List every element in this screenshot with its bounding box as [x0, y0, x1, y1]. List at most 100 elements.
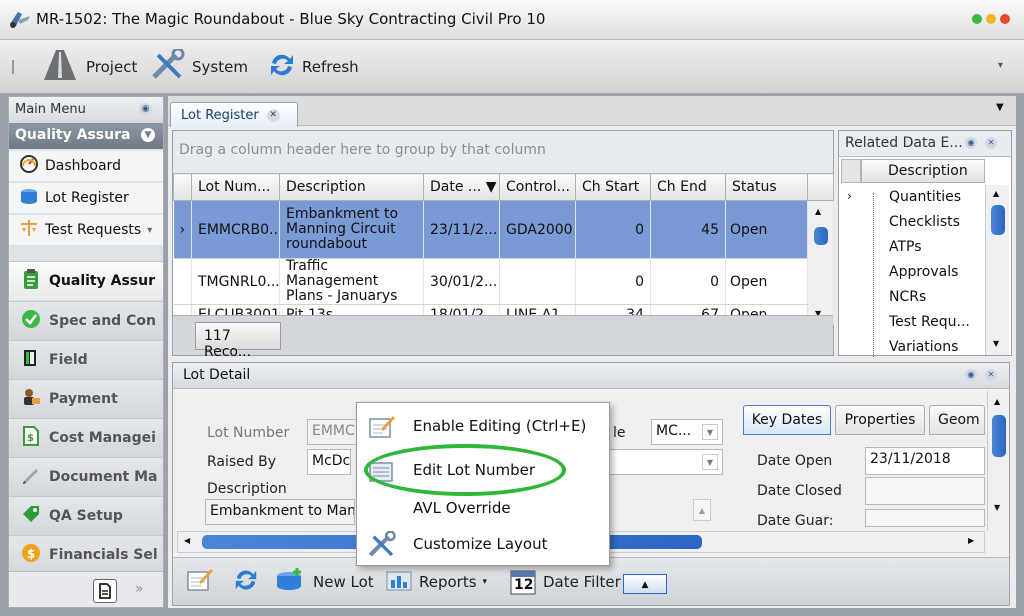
- lot-number-field[interactable]: EMMC...: [307, 419, 363, 445]
- cell-ch-end[interactable]: 45: [650, 200, 726, 259]
- new-lot-button[interactable]: New Lot: [273, 568, 374, 596]
- minimize-button[interactable]: [986, 14, 996, 24]
- grid-vertical-scrollbar[interactable]: ▲ ▼: [807, 200, 834, 325]
- related-item-approvals[interactable]: Approvals: [859, 260, 979, 285]
- cell-control[interactable]: GDA2000: [499, 200, 576, 259]
- table-row[interactable]: › EMMCRB0... Embankment to Manning Circu…: [173, 200, 834, 325]
- column-header-date[interactable]: Date ... ▼: [423, 173, 500, 201]
- sidebar-item-test-requests[interactable]: Test Requests ▾: [9, 215, 163, 245]
- pin-icon[interactable]: ◉: [965, 369, 977, 381]
- date-open-field[interactable]: 23/11/2018: [865, 447, 985, 475]
- related-vertical-scrollbar[interactable]: ▲ ▼: [985, 185, 1009, 355]
- raised-by-field[interactable]: McDc: [307, 449, 351, 475]
- dropdown-chevron-icon[interactable]: ▾: [147, 225, 152, 236]
- cell-control[interactable]: [499, 258, 576, 305]
- expand-sidebar-button[interactable]: »: [135, 581, 144, 597]
- system-button[interactable]: System: [150, 47, 248, 85]
- close-icon[interactable]: ✕: [985, 369, 997, 381]
- table-row[interactable]: TMGNRL0... Traffic Management Plans - Ja…: [173, 258, 834, 305]
- date-closed-field[interactable]: [865, 477, 985, 505]
- scroll-down-icon[interactable]: ▼: [994, 503, 1000, 512]
- column-header-description[interactable]: Description: [279, 173, 424, 201]
- tab-properties[interactable]: Properties: [835, 405, 925, 435]
- scroll-right-icon[interactable]: ▶: [968, 536, 974, 545]
- cell-lot-number[interactable]: EMMCRB0...: [191, 200, 280, 259]
- pin-icon[interactable]: ◉: [965, 137, 977, 149]
- sidebar-item-payment[interactable]: Payment: [9, 379, 163, 418]
- sidebar-item-field[interactable]: Field: [9, 340, 163, 379]
- dropdown-chevron-icon[interactable]: ▼: [702, 424, 718, 440]
- sidebar-item-lot-register[interactable]: Lot Register: [9, 183, 163, 213]
- detail-vertical-scrollbar[interactable]: ▲ ▼: [987, 391, 1009, 531]
- cell-lot-number[interactable]: TMGNRL0...: [191, 258, 280, 305]
- sidebar-item-document-management[interactable]: Document Ma: [9, 457, 163, 496]
- cell-ch-start[interactable]: 0: [575, 258, 651, 305]
- scroll-thumb[interactable]: [992, 415, 1006, 457]
- toolbar-overflow-chevron-icon[interactable]: ▾: [998, 60, 1003, 71]
- cell-status[interactable]: Open: [725, 258, 808, 305]
- related-item-checklists[interactable]: Checklists: [859, 210, 979, 235]
- quality-assurance-section-header[interactable]: Quality Assura ▼: [9, 123, 163, 149]
- date-filter-button[interactable]: 12 Date Filter: [509, 568, 621, 596]
- scroll-up-icon[interactable]: ▲: [994, 397, 1000, 406]
- group-by-area[interactable]: Drag a column header here to group by th…: [173, 131, 833, 173]
- sidebar-item-spec-and-contract[interactable]: Spec and Con: [9, 301, 163, 340]
- edit-button[interactable]: [185, 568, 215, 596]
- cell-description[interactable]: Embankment to Manning Circuit roundabout: [279, 200, 424, 259]
- date-filter-toggle[interactable]: ▲: [623, 574, 667, 594]
- tab-lot-register[interactable]: Lot Register ✕: [170, 102, 298, 127]
- project-button[interactable]: Project: [40, 49, 137, 85]
- date-guarantee-field[interactable]: [865, 509, 985, 527]
- related-item-ncrs[interactable]: NCRs: [859, 285, 979, 310]
- description-scroll-up-icon[interactable]: ▲: [693, 499, 711, 521]
- column-header-control[interactable]: Control...: [499, 173, 576, 201]
- scroll-up-icon[interactable]: ▲: [815, 207, 821, 216]
- sidebar-item-financials-setup[interactable]: $ Financials Sel: [9, 535, 163, 574]
- refresh-detail-button[interactable]: [233, 568, 259, 596]
- tab-geometry[interactable]: Geom: [929, 405, 985, 435]
- sidebar-item-dashboard[interactable]: Dashboard: [9, 151, 163, 181]
- maximize-button[interactable]: [972, 14, 982, 24]
- column-header-ch-start[interactable]: Ch Start: [575, 173, 651, 201]
- scroll-thumb[interactable]: [814, 227, 828, 245]
- column-header-ch-end[interactable]: Ch End: [650, 173, 726, 201]
- column-header-lot-number[interactable]: Lot Num...: [191, 173, 280, 201]
- raised-by-combo[interactable]: ▼: [609, 449, 723, 475]
- notes-icon[interactable]: [93, 579, 117, 603]
- close-icon[interactable]: ✕: [985, 137, 997, 149]
- cell-ch-start[interactable]: 0: [575, 200, 651, 259]
- toolbar-grip[interactable]: [12, 60, 14, 74]
- cell-description[interactable]: Traffic Management Plans - Januarys: [279, 258, 424, 305]
- cell-date[interactable]: 23/11/2...: [423, 200, 500, 259]
- scroll-down-icon[interactable]: ▼: [993, 339, 999, 348]
- combo-field[interactable]: MC... ▼: [651, 419, 723, 445]
- related-item-quantities[interactable]: Quantities: [859, 185, 979, 210]
- reports-button[interactable]: Reports ▾: [385, 568, 487, 596]
- column-header-status[interactable]: Status: [725, 173, 808, 201]
- cell-date[interactable]: 30/01/2...: [423, 258, 500, 305]
- sidebar-item-qa-setup[interactable]: QA Setup: [9, 496, 163, 535]
- scroll-up-icon[interactable]: ▲: [993, 189, 999, 198]
- collapse-chevron-icon[interactable]: ▼: [141, 128, 155, 142]
- close-tab-icon[interactable]: ✕: [266, 108, 280, 122]
- tab-list-chevron-icon[interactable]: ▼: [996, 102, 1004, 113]
- description-field[interactable]: Embankment to Manni: [205, 499, 355, 525]
- menu-item-enable-editing[interactable]: Enable Editing (Ctrl+E): [357, 407, 609, 445]
- cell-ch-end[interactable]: 0: [650, 258, 726, 305]
- sidebar-item-cost-management[interactable]: $ Cost Managei: [9, 418, 163, 457]
- record-count-button[interactable]: 117 Reco...: [195, 322, 281, 360]
- related-item-atps[interactable]: ATPs: [859, 235, 979, 260]
- scroll-left-icon[interactable]: ◀: [184, 536, 190, 545]
- column-header-description[interactable]: Description: [861, 159, 985, 183]
- sidebar-item-quality-assurance[interactable]: Quality Assur: [9, 261, 163, 300]
- tab-key-dates[interactable]: Key Dates: [743, 405, 831, 435]
- pin-icon[interactable]: ◉: [139, 103, 152, 116]
- related-item-variations[interactable]: Variations: [859, 335, 979, 355]
- cell-status[interactable]: Open: [725, 200, 808, 259]
- related-item-test-requests[interactable]: Test Requ...: [859, 310, 979, 335]
- close-button[interactable]: [1000, 14, 1010, 24]
- menu-item-customize-layout[interactable]: Customize Layout: [357, 525, 609, 563]
- refresh-button[interactable]: Refresh: [268, 49, 359, 85]
- dropdown-chevron-icon[interactable]: ▼: [702, 454, 718, 470]
- scroll-thumb[interactable]: [991, 205, 1005, 235]
